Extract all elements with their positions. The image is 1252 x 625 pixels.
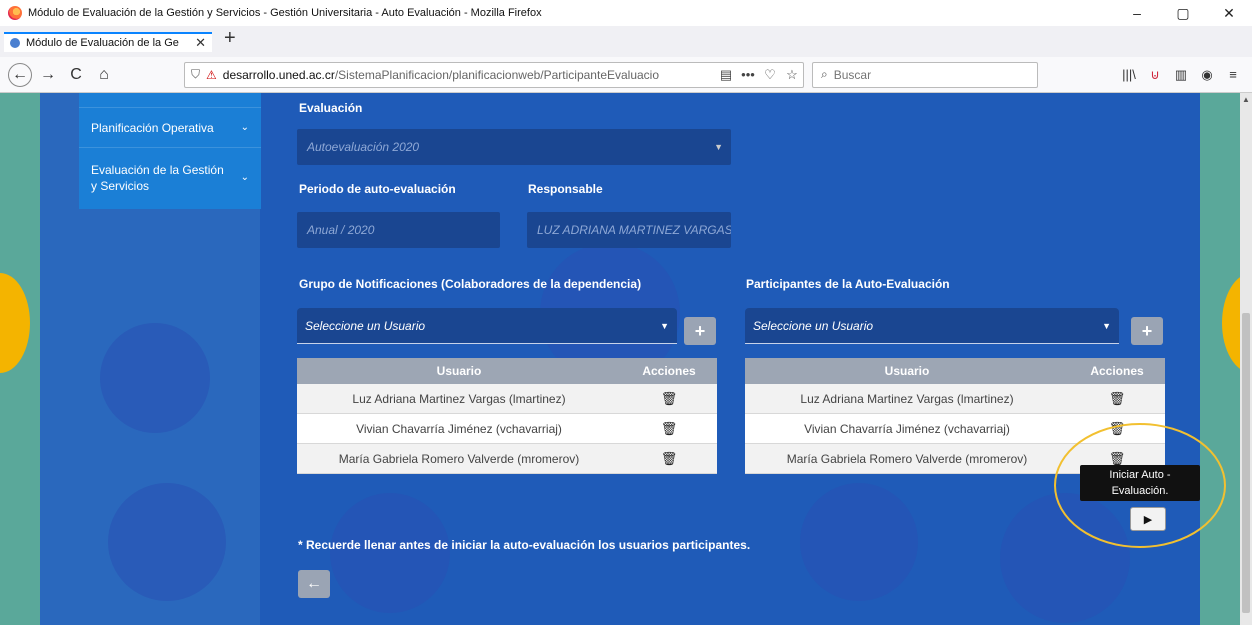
caret-down-icon: ▼: [660, 320, 669, 331]
search-bar[interactable]: ⌕: [812, 61, 1038, 88]
tab-favicon-icon: [10, 38, 20, 48]
trash-icon[interactable]: 🗑: [621, 444, 717, 473]
caret-down-icon: ▼: [1102, 320, 1111, 331]
usuario-cell: Vivian Chavarría Jiménez (vchavarriaj): [356, 421, 562, 436]
chevron-down-icon: ⌄: [240, 172, 249, 183]
add-participante-button[interactable]: +: [1131, 317, 1163, 345]
close-window-button[interactable]: ✕: [1206, 0, 1252, 26]
gears-icon-center: [330, 493, 450, 613]
participantes-user-select[interactable]: Seleccione un Usuario ▼: [745, 308, 1119, 344]
back-arrow-button[interactable]: ←: [298, 570, 330, 598]
column-acciones: Acciones: [1090, 364, 1144, 378]
trash-icon[interactable]: 🗑: [621, 414, 717, 443]
caret-down-icon: ▼: [714, 142, 723, 152]
tab-close-icon[interactable]: ✕: [195, 35, 206, 51]
column-acciones: Acciones: [642, 364, 696, 378]
calendar-icon: [108, 483, 226, 601]
participantes-title: Participantes de la Auto-Evaluación: [746, 277, 950, 291]
table-row: Luz Adriana Martinez Vargas (lmartinez) …: [297, 384, 717, 414]
insecure-lock-icon[interactable]: ⚠: [206, 68, 217, 82]
sidebar-icon[interactable]: ▥: [1168, 67, 1194, 83]
column-usuario: Usuario: [884, 364, 930, 378]
select-value: Seleccione un Usuario: [305, 318, 426, 333]
sidebar-menu: Planificación Operativa ⌄ Evaluación de …: [79, 93, 261, 209]
chevron-down-icon: ⌄: [240, 122, 249, 133]
periodo-field: Anual / 2020: [297, 212, 500, 248]
back-button[interactable]: ←: [8, 62, 32, 87]
bookmark-star-icon[interactable]: ☆: [781, 67, 803, 83]
column-usuario: Usuario: [436, 364, 482, 378]
responsable-field: LUZ ADRIANA MARTINEZ VARGAS: [527, 212, 731, 248]
usuario-cell: Vivian Chavarría Jiménez (vchavarriaj): [804, 421, 1010, 436]
navigation-toolbar: ← → C ⌂ ⛉ ⚠ desarrollo.uned.ac.cr/Sistem…: [0, 57, 1252, 93]
new-tab-button[interactable]: +: [224, 27, 236, 50]
scroll-up-icon[interactable]: ▲: [1240, 95, 1252, 104]
table-row: María Gabriela Romero Valverde (mromerov…: [297, 444, 717, 474]
url-text[interactable]: desarrollo.uned.ac.cr/SistemaPlanificaci…: [223, 68, 715, 82]
page-scrollbar[interactable]: ▲: [1240, 93, 1252, 625]
calendar-icon-right: [800, 483, 918, 601]
scroll-thumb[interactable]: [1242, 313, 1250, 613]
notificaciones-user-select[interactable]: Seleccione un Usuario ▼: [297, 308, 677, 344]
table-header: Usuario Acciones: [745, 358, 1165, 384]
add-notificacion-button[interactable]: +: [684, 317, 716, 345]
tab-strip: Módulo de Evaluación de la Ge ✕ +: [0, 26, 1252, 60]
responsable-label: Responsable: [528, 182, 603, 196]
sidebar-item-label: Evaluación de la Gestión y Servicios: [91, 162, 224, 193]
usuario-cell: Luz Adriana Martinez Vargas (lmartinez): [352, 391, 566, 406]
highlight-circle: [1054, 423, 1226, 548]
trash-icon[interactable]: 🗑: [621, 384, 717, 413]
reader-view-icon[interactable]: ▤: [715, 67, 737, 83]
search-icon: ⌕: [821, 67, 828, 81]
people-icon: [100, 323, 210, 433]
usuario-cell: María Gabriela Romero Valverde (mromerov…: [786, 451, 1028, 466]
select-value: Seleccione un Usuario: [753, 318, 874, 333]
account-icon[interactable]: ◉: [1194, 67, 1220, 83]
extension-icon[interactable]: ⊍: [1142, 67, 1168, 83]
url-bar[interactable]: ⛉ ⚠ desarrollo.uned.ac.cr/SistemaPlanifi…: [184, 61, 804, 88]
search-input[interactable]: [833, 67, 1014, 82]
menu-icon[interactable]: ≡: [1220, 67, 1246, 83]
usuario-cell: María Gabriela Romero Valverde (mromerov…: [338, 451, 580, 466]
toolbar-icons: |||\ ⊍ ▥ ◉ ≡: [1116, 67, 1246, 83]
tab-label: Módulo de Evaluación de la Ge: [26, 37, 179, 49]
usuario-cell: Luz Adriana Martinez Vargas (lmartinez): [800, 391, 1014, 406]
table-header: Usuario Acciones: [297, 358, 717, 384]
sidebar-item-label: Planificación Operativa: [91, 120, 214, 135]
sidebar-item-evaluacion-gestion[interactable]: Evaluación de la Gestión y Servicios ⌄: [79, 147, 261, 207]
forward-button[interactable]: →: [36, 63, 60, 87]
evaluacion-select[interactable]: Autoevaluación 2020 ▼: [297, 129, 731, 165]
firefox-logo-icon: [8, 6, 22, 20]
window-title: Módulo de Evaluación de la Gestión y Ser…: [28, 7, 542, 19]
minimize-button[interactable]: –: [1114, 0, 1160, 26]
notificaciones-title: Grupo de Notificaciones (Colaboradores d…: [299, 277, 642, 291]
page-actions-icon[interactable]: •••: [737, 67, 759, 82]
sidebar-item-planificacion-operativa[interactable]: Planificación Operativa ⌄: [79, 107, 261, 147]
evaluacion-label: Evaluación: [299, 101, 363, 115]
table-row: Vivian Chavarría Jiménez (vchavarriaj) 🗑: [297, 414, 717, 444]
home-button[interactable]: ⌂: [92, 63, 116, 87]
tracking-shield-icon[interactable]: ⛉: [191, 67, 200, 82]
pocket-icon[interactable]: ♡: [759, 67, 781, 83]
periodo-value: Anual / 2020: [307, 223, 375, 237]
maximize-button[interactable]: ▢: [1160, 0, 1206, 26]
browser-tab[interactable]: Módulo de Evaluación de la Ge ✕: [4, 32, 212, 52]
responsable-value: LUZ ADRIANA MARTINEZ VARGAS: [537, 223, 731, 237]
table-row: Luz Adriana Martinez Vargas (lmartinez) …: [745, 384, 1165, 414]
page-content: ▲ Planificación Operativa ⌄ Evaluación d…: [0, 93, 1252, 625]
library-icon[interactable]: |||\: [1116, 67, 1142, 83]
reminder-note: * Recuerde llenar antes de iniciar la au…: [298, 538, 751, 552]
evaluacion-value: Autoevaluación 2020: [307, 140, 420, 154]
notificaciones-table: Usuario Acciones Luz Adriana Martinez Va…: [297, 358, 717, 474]
reload-button[interactable]: C: [64, 63, 88, 87]
window-titlebar: Módulo de Evaluación de la Gestión y Ser…: [0, 0, 1252, 26]
periodo-label: Periodo de auto-evaluación: [299, 182, 456, 196]
trash-icon[interactable]: 🗑: [1069, 384, 1165, 413]
